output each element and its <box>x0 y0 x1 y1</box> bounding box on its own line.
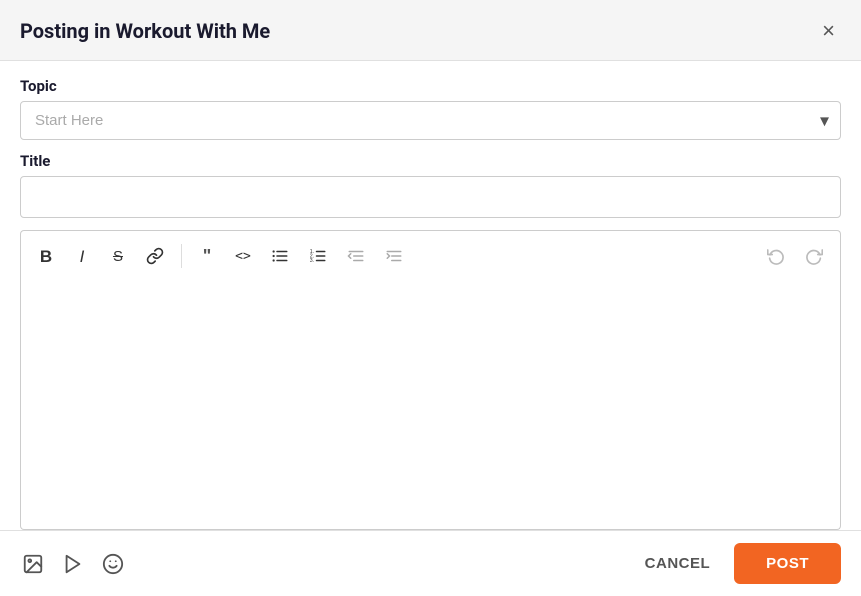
dialog-header: Posting in Workout With Me × <box>0 0 861 61</box>
bullet-list-button[interactable] <box>262 239 298 273</box>
post-button[interactable]: POST <box>734 543 841 584</box>
dialog-title: Posting in Workout With Me <box>20 19 270 43</box>
close-button[interactable]: × <box>816 18 841 44</box>
topic-select[interactable]: Start Here <box>20 101 841 140</box>
editor-toolbar: B I S " <> <box>20 230 841 281</box>
indent-increase-button[interactable] <box>376 239 412 273</box>
bold-button[interactable]: B <box>29 239 63 273</box>
redo-button[interactable] <box>796 239 832 273</box>
title-label: Title <box>20 152 841 170</box>
topic-label: Topic <box>20 77 841 95</box>
italic-button[interactable]: I <box>65 239 99 273</box>
post-dialog: Posting in Workout With Me × Topic Start… <box>0 0 861 596</box>
editor-textarea[interactable] <box>20 281 841 530</box>
history-group <box>758 239 832 273</box>
link-button[interactable] <box>137 239 173 273</box>
quote-button[interactable]: " <box>190 239 224 273</box>
title-input[interactable] <box>20 176 841 218</box>
topic-field: Topic Start Here ▾ <box>20 77 841 140</box>
footer-media-buttons <box>20 551 126 577</box>
toolbar-separator-1 <box>181 244 182 268</box>
title-field: Title <box>20 152 841 218</box>
strikethrough-button[interactable]: S <box>101 239 135 273</box>
dialog-footer: CANCEL POST <box>0 530 861 596</box>
code-button[interactable]: <> <box>226 239 260 273</box>
undo-button[interactable] <box>758 239 794 273</box>
indent-decrease-button[interactable] <box>338 239 374 273</box>
cancel-button[interactable]: CANCEL <box>621 543 735 584</box>
format-group: B I S <box>29 239 173 273</box>
video-button[interactable] <box>60 551 86 577</box>
footer-action-buttons: CANCEL POST <box>621 543 841 584</box>
editor-section: B I S " <> <box>20 230 841 530</box>
emoji-button[interactable] <box>100 551 126 577</box>
dialog-body: Topic Start Here ▾ Title B I S <box>0 61 861 530</box>
image-button[interactable] <box>20 551 46 577</box>
numbered-list-button[interactable]: 1. 2. 3. <box>300 239 336 273</box>
svg-text:3.: 3. <box>310 258 314 264</box>
block-group: " <> 1. 2. <box>190 239 412 273</box>
topic-select-wrapper: Start Here ▾ <box>20 101 841 140</box>
